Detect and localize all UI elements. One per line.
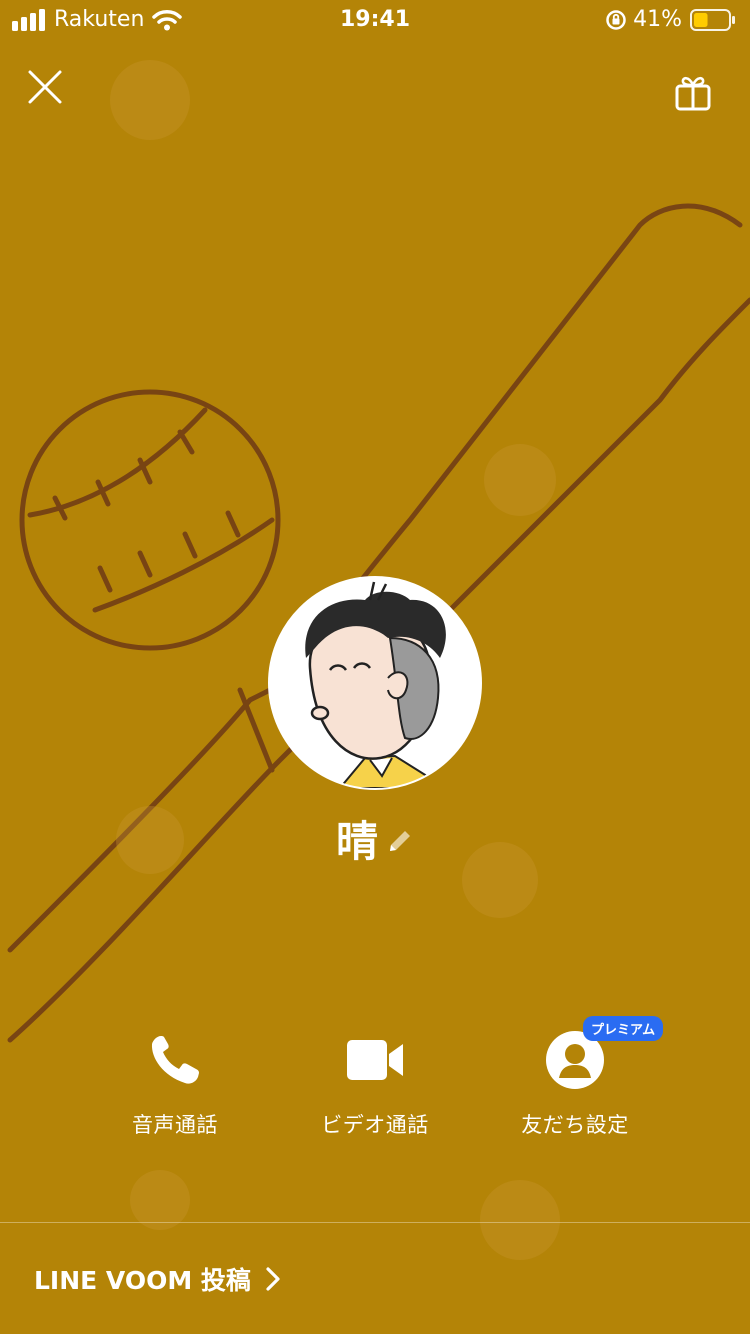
line-voom-posts-link[interactable]: LINE VOOM 投稿 bbox=[34, 1256, 281, 1302]
pencil-edit-icon[interactable] bbox=[386, 827, 414, 855]
friend-settings-icon-wrap: プレミアム bbox=[545, 1016, 664, 1092]
profile-name-row: 晴 bbox=[0, 810, 750, 866]
voice-call-label: 音声通話 bbox=[132, 1113, 218, 1137]
video-call-label: ビデオ通話 bbox=[321, 1113, 429, 1137]
video-call-button[interactable]: ビデオ通話 bbox=[290, 1028, 460, 1148]
action-row: 音声通話 ビデオ通話 プレミアム 友だち設定 bbox=[0, 1016, 750, 1148]
voice-call-icon-wrap bbox=[147, 1028, 203, 1092]
premium-badge: プレミアム bbox=[583, 1016, 664, 1041]
friend-settings-button[interactable]: プレミアム 友だち設定 bbox=[490, 1016, 664, 1148]
gift-icon[interactable] bbox=[672, 72, 714, 112]
status-right: 41% bbox=[605, 7, 736, 32]
profile-screen: Rakuten 19:41 41% 晴 音声通話 ビデオ通話 プレミアム 友だち… bbox=[0, 0, 750, 1334]
close-icon[interactable] bbox=[26, 68, 64, 106]
video-camera-icon bbox=[347, 1040, 403, 1080]
avatar-illustration bbox=[270, 578, 480, 788]
orientation-lock-icon bbox=[606, 9, 626, 30]
footer-divider bbox=[0, 1222, 750, 1223]
profile-avatar[interactable] bbox=[268, 576, 482, 790]
chevron-right-icon bbox=[266, 1267, 280, 1291]
voice-call-button[interactable]: 音声通話 bbox=[90, 1028, 260, 1148]
video-call-icon-wrap bbox=[345, 1028, 405, 1092]
battery-icon bbox=[690, 8, 735, 31]
battery-percent: 41% bbox=[633, 7, 682, 32]
status-bar: Rakuten 19:41 41% bbox=[0, 0, 750, 40]
friend-settings-label: 友だち設定 bbox=[521, 1113, 629, 1137]
line-voom-posts-label: LINE VOOM 投稿 bbox=[34, 1266, 251, 1295]
phone-icon bbox=[151, 1036, 199, 1084]
profile-name: 晴 bbox=[335, 816, 378, 866]
